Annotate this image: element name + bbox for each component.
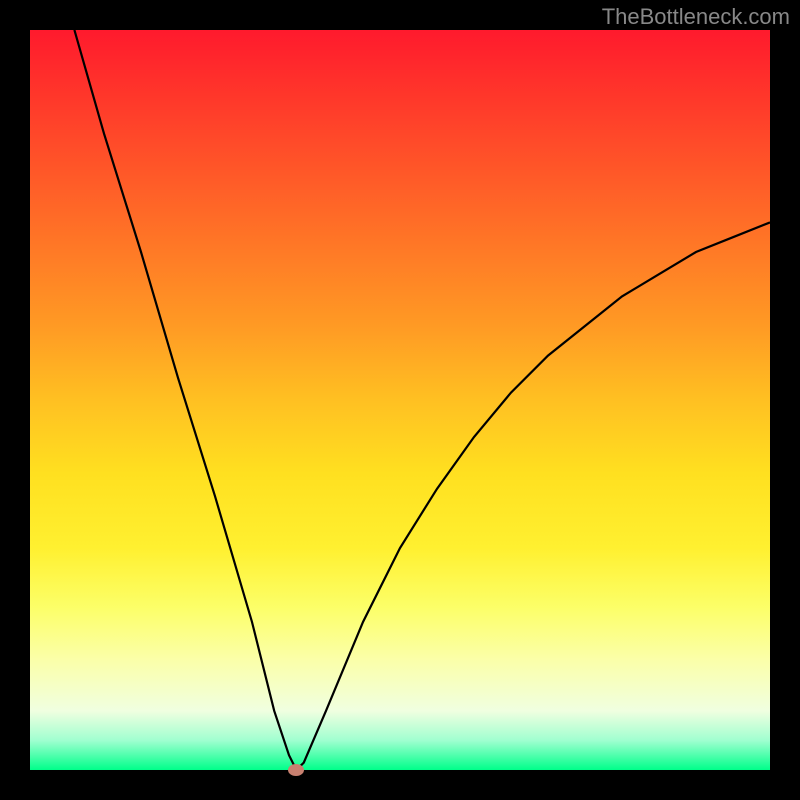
watermark-text: TheBottleneck.com (602, 4, 790, 30)
bottleneck-curve (30, 30, 770, 770)
chart-plot-area (30, 30, 770, 770)
optimal-point-marker (288, 764, 304, 776)
